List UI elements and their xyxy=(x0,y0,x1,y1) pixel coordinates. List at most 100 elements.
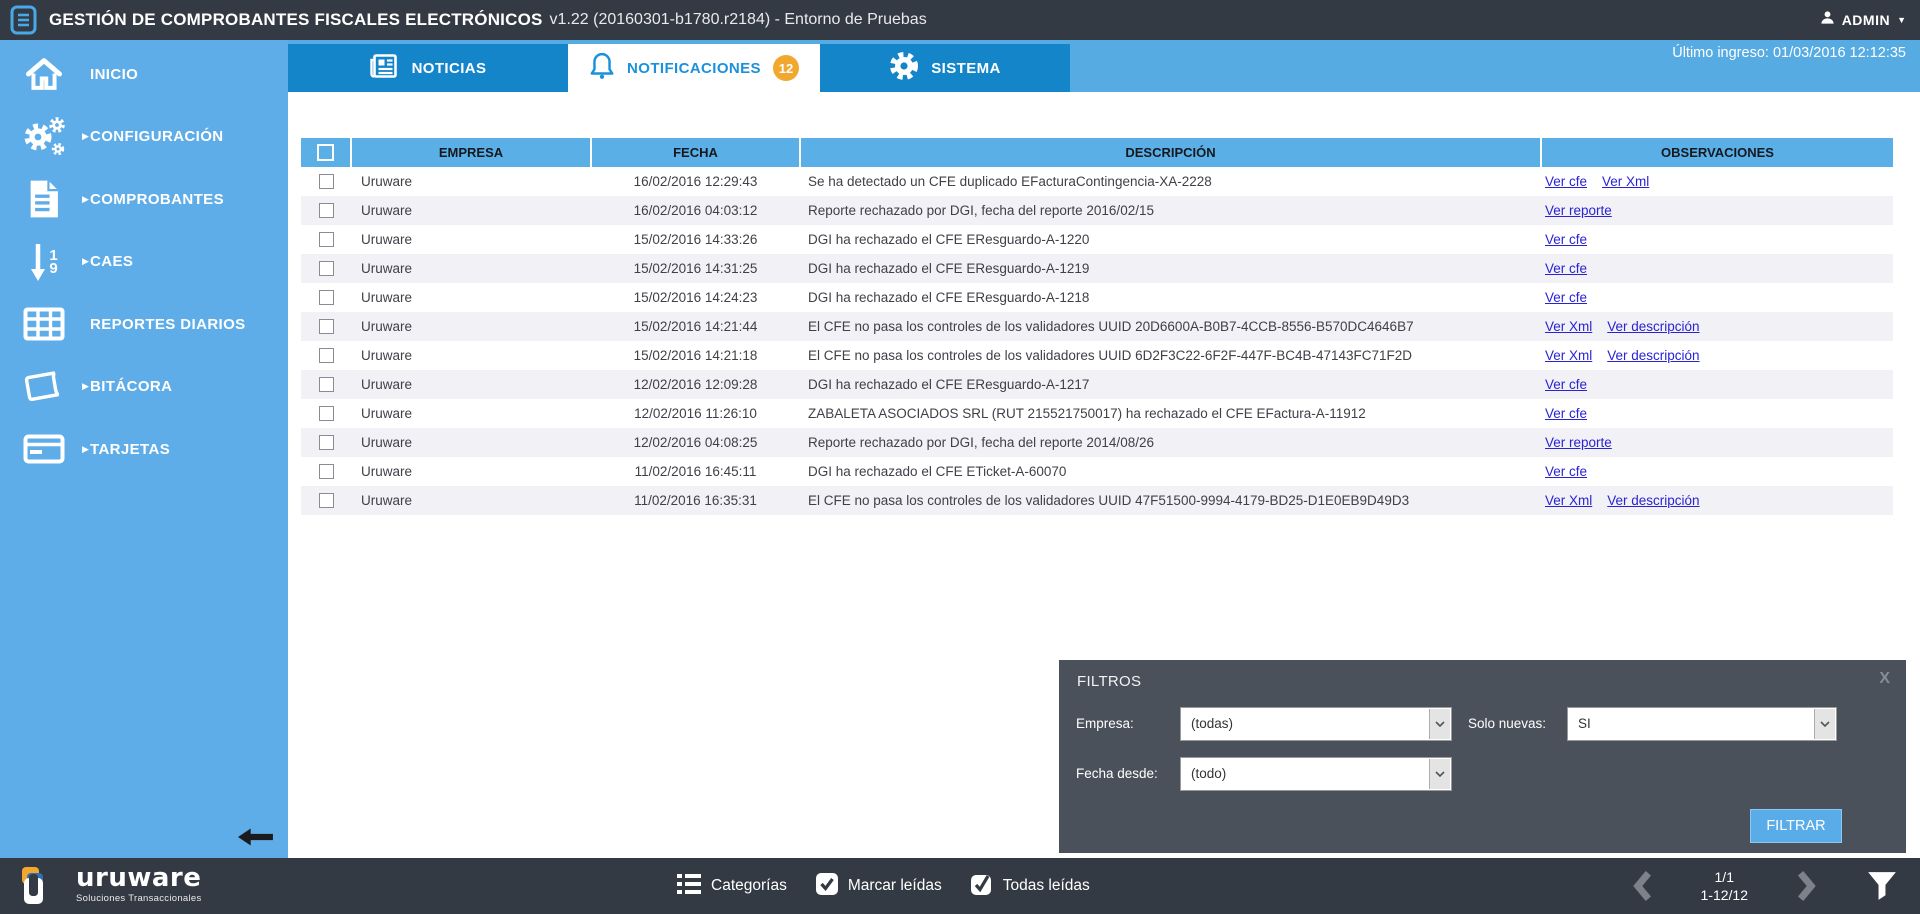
sidebar-item-label: COMPROBANTES xyxy=(90,191,224,208)
observaciones-cell: Ver cfe xyxy=(1541,399,1893,428)
table-row: Uruware16/02/2016 04:03:12Reporte rechaz… xyxy=(301,196,1893,225)
observation-link[interactable]: Ver descripción xyxy=(1607,348,1699,363)
table-row: Uruware16/02/2016 12:29:43Se ha detectad… xyxy=(301,167,1893,196)
close-icon[interactable]: X xyxy=(1879,670,1890,688)
empresa-filter-select[interactable]: (todas) xyxy=(1180,707,1452,741)
observation-link[interactable]: Ver cfe xyxy=(1545,377,1587,392)
footer-action-label: Marcar leídas xyxy=(848,877,942,895)
sidebar-item-caes[interactable]: 19 ▶ CAES xyxy=(0,231,288,294)
solo-nuevas-filter-value: SI xyxy=(1578,708,1591,740)
notifications-table: EMPRESA FECHA DESCRIPCIÓN OBSERVACIONES … xyxy=(301,138,1893,515)
column-header-observaciones[interactable]: OBSERVACIONES xyxy=(1541,138,1893,167)
observaciones-cell: Ver Xml Ver descripción xyxy=(1541,312,1893,341)
page-indicator: 1/1 xyxy=(1715,869,1734,885)
descripcion-cell: Se ha detectado un CFE duplicado EFactur… xyxy=(800,167,1541,196)
sidebar-item-label: REPORTES DIARIOS xyxy=(90,316,246,333)
card-icon xyxy=(18,426,70,472)
tab-notificaciones-active[interactable]: NOTIFICACIONES 12 xyxy=(568,44,820,92)
empresa-cell: Uruware xyxy=(351,283,591,312)
table-row: Uruware12/02/2016 12:09:28DGI ha rechaza… xyxy=(301,370,1893,399)
observation-link[interactable]: Ver cfe xyxy=(1545,232,1587,247)
chevron-down-icon xyxy=(1429,709,1450,739)
row-checkbox[interactable] xyxy=(319,406,334,421)
descripcion-cell: El CFE no pasa los controles de los vali… xyxy=(800,312,1541,341)
row-checkbox[interactable] xyxy=(319,203,334,218)
funnel-icon[interactable] xyxy=(1866,871,1898,901)
observation-link[interactable]: Ver descripción xyxy=(1607,493,1699,508)
observation-link[interactable]: Ver cfe xyxy=(1545,406,1587,421)
solo-nuevas-filter-select[interactable]: SI xyxy=(1567,707,1837,741)
row-checkbox[interactable] xyxy=(319,493,334,508)
sidebar-collapse-arrow-icon[interactable] xyxy=(238,828,274,850)
row-checkbox[interactable] xyxy=(319,348,334,363)
row-checkbox[interactable] xyxy=(319,319,334,334)
observation-link[interactable]: Ver Xml xyxy=(1545,319,1592,334)
sidebar-item-label: CAES xyxy=(90,253,133,270)
observation-link[interactable]: Ver cfe xyxy=(1545,174,1587,189)
table-row: Uruware15/02/2016 14:33:26DGI ha rechaza… xyxy=(301,225,1893,254)
fecha-cell: 15/02/2016 14:21:18 xyxy=(591,341,800,370)
marcar-leidas-button[interactable]: Marcar leídas xyxy=(815,872,942,901)
top-header-bar: GESTIÓN DE COMPROBANTES FISCALES ELECTRÓ… xyxy=(0,0,1920,40)
row-checkbox[interactable] xyxy=(319,377,334,392)
user-menu[interactable]: ADMIN ▼ xyxy=(1820,0,1906,40)
fecha-cell: 16/02/2016 12:29:43 xyxy=(591,167,800,196)
observation-link[interactable]: Ver cfe xyxy=(1545,464,1587,479)
app-title: GESTIÓN DE COMPROBANTES FISCALES ELECTRÓ… xyxy=(49,10,543,30)
fecha-desde-filter-select[interactable]: (todo) xyxy=(1180,757,1452,791)
observation-link[interactable]: Ver reporte xyxy=(1545,203,1612,218)
fecha-desde-filter-value: (todo) xyxy=(1191,758,1226,790)
table-header-row: EMPRESA FECHA DESCRIPCIÓN OBSERVACIONES xyxy=(301,138,1893,167)
observation-link[interactable]: Ver Xml xyxy=(1545,493,1592,508)
observation-link[interactable]: Ver reporte xyxy=(1545,435,1612,450)
newspaper-icon xyxy=(370,54,400,83)
chevron-left-icon[interactable] xyxy=(1629,869,1655,903)
column-header-fecha[interactable]: FECHA xyxy=(591,138,800,167)
fecha-cell: 11/02/2016 16:35:31 xyxy=(591,486,800,515)
tab-sistema[interactable]: SISTEMA xyxy=(820,44,1070,92)
sidebar-item-bitacora[interactable]: ▶ BITÁCORA xyxy=(0,356,288,419)
fecha-cell: 15/02/2016 14:24:23 xyxy=(591,283,800,312)
expand-arrow-icon: ▶ xyxy=(70,256,90,267)
sidebar-item-inicio[interactable]: ▶ INICIO xyxy=(0,43,288,106)
row-checkbox[interactable] xyxy=(319,435,334,450)
empresa-cell: Uruware xyxy=(351,196,591,225)
row-checkbox[interactable] xyxy=(319,290,334,305)
todas-leidas-button[interactable]: Todas leídas xyxy=(970,872,1090,901)
column-header-empresa[interactable]: EMPRESA xyxy=(351,138,591,167)
sort-numeric-icon: 19 xyxy=(18,239,70,285)
row-checkbox[interactable] xyxy=(319,464,334,479)
bell-icon xyxy=(589,52,615,85)
row-checkbox[interactable] xyxy=(319,174,334,189)
chevron-right-icon[interactable] xyxy=(1794,869,1820,903)
sidebar-item-tarjetas[interactable]: ▶ TARJETAS xyxy=(0,418,288,481)
categorias-button[interactable]: Categorías xyxy=(676,873,787,900)
uruware-logo: uruware Soluciones Transaccionales xyxy=(20,865,202,907)
empresa-cell: Uruware xyxy=(351,341,591,370)
observation-link[interactable]: Ver Xml xyxy=(1602,174,1649,189)
sidebar-item-comprobantes[interactable]: ▶ COMPROBANTES xyxy=(0,168,288,231)
sidebar-item-reportes-diarios[interactable]: ▶ REPORTES DIARIOS xyxy=(0,293,288,356)
list-icon xyxy=(676,873,702,900)
observation-link[interactable]: Ver Xml xyxy=(1545,348,1592,363)
tab-label: NOTICIAS xyxy=(412,60,487,77)
observation-link[interactable]: Ver cfe xyxy=(1545,261,1587,276)
empresa-cell: Uruware xyxy=(351,370,591,399)
table-row: Uruware15/02/2016 14:31:25DGI ha rechaza… xyxy=(301,254,1893,283)
row-checkbox[interactable] xyxy=(319,232,334,247)
sidebar-item-configuracion[interactable]: ▶ CONFIGURACIÓN xyxy=(0,106,288,169)
filters-panel: FILTROS X Empresa: (todas) Solo nuevas: … xyxy=(1059,660,1906,853)
column-header-descripcion[interactable]: DESCRIPCIÓN xyxy=(800,138,1541,167)
observaciones-cell: Ver Xml Ver descripción xyxy=(1541,341,1893,370)
tab-noticias[interactable]: NOTICIAS xyxy=(288,44,568,92)
fecha-cell: 16/02/2016 04:03:12 xyxy=(591,196,800,225)
observation-link[interactable]: Ver cfe xyxy=(1545,290,1587,305)
row-checkbox[interactable] xyxy=(319,261,334,276)
fecha-cell: 15/02/2016 14:31:25 xyxy=(591,254,800,283)
tab-strip: NOTICIAS NOTIFICACIONES 12 SISTEMA xyxy=(288,40,1920,92)
select-all-checkbox[interactable] xyxy=(317,144,334,161)
observaciones-cell: Ver cfe xyxy=(1541,225,1893,254)
table-row: Uruware12/02/2016 04:08:25Reporte rechaz… xyxy=(301,428,1893,457)
filtrar-button[interactable]: FILTRAR xyxy=(1750,809,1842,843)
observation-link[interactable]: Ver descripción xyxy=(1607,319,1699,334)
